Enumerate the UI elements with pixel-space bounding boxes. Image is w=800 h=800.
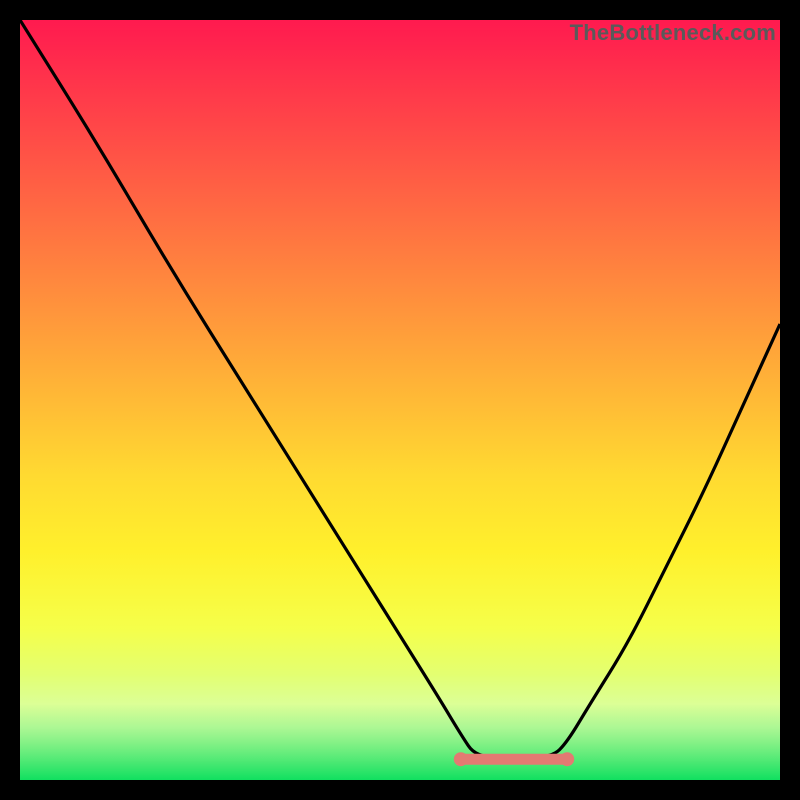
- curve-path: [20, 20, 780, 757]
- watermark-text: TheBottleneck.com: [570, 20, 776, 46]
- bottleneck-curve: [20, 20, 780, 780]
- chart-frame: TheBottleneck.com: [0, 0, 800, 800]
- optimum-dot-right: [560, 752, 574, 766]
- plot-area: TheBottleneck.com: [20, 20, 780, 780]
- optimum-dot-left: [454, 752, 468, 766]
